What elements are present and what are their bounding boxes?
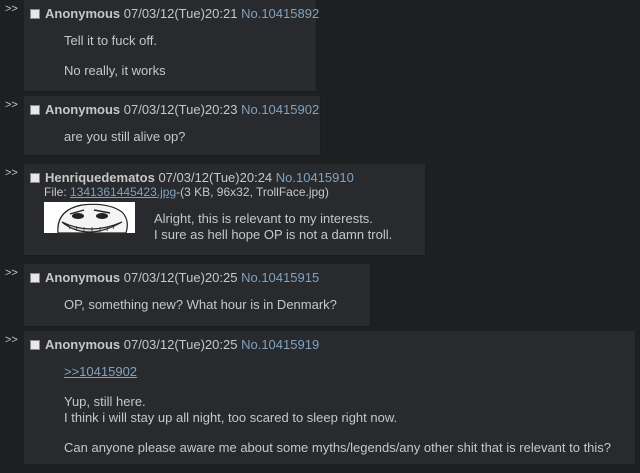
- reply-arrows: >>: [5, 267, 18, 279]
- message-line: are you still alive op?: [64, 129, 186, 144]
- quote-link[interactable]: >>10415902: [64, 364, 137, 379]
- post-date: 07/03/12(Tue)20:25: [123, 337, 238, 352]
- post-header: Henriquedematos 07/03/12(Tue)20:24 No.10…: [30, 170, 354, 185]
- post-header: Anonymous 07/03/12(Tue)20:25 No.10415919: [30, 337, 319, 352]
- post-checkbox[interactable]: [30, 340, 40, 350]
- post-number-prefix[interactable]: No.: [241, 6, 261, 21]
- post-number-prefix[interactable]: No.: [241, 102, 261, 117]
- message-line: No really, it works: [64, 63, 166, 78]
- message-line: Yup, still here.: [64, 394, 146, 409]
- file-link[interactable]: 1341361445423.jpg: [70, 185, 176, 199]
- reply-post: Anonymous 07/03/12(Tue)20:25 No.10415915…: [24, 264, 371, 327]
- post-number[interactable]: 10415910: [296, 170, 354, 185]
- post-number[interactable]: 10415915: [261, 270, 319, 285]
- post-message: Alright, this is relevant to my interest…: [154, 211, 392, 243]
- post-message: >>10415902 Yup, still here. I think i wi…: [64, 364, 611, 456]
- message-line: I think i will stay up all night, too sc…: [64, 410, 398, 425]
- poster-name: Anonymous: [45, 102, 121, 117]
- post-number[interactable]: 10415892: [261, 6, 319, 21]
- post-header: Anonymous 07/03/12(Tue)20:21 No.10415892: [30, 6, 319, 21]
- reply-arrows: >>: [5, 167, 18, 179]
- post-header: Anonymous 07/03/12(Tue)20:23 No.10415902: [30, 102, 319, 117]
- post-checkbox[interactable]: [30, 173, 40, 183]
- post-checkbox[interactable]: [30, 9, 40, 19]
- reply-arrows: >>: [5, 99, 18, 111]
- file-info: File: 1341361445423.jpg-(3 KB, 96x32, Tr…: [44, 185, 329, 199]
- poster-name: Henriquedematos: [45, 170, 155, 185]
- post-number-link[interactable]: No.10415892: [241, 6, 319, 21]
- post-number-prefix[interactable]: No.: [241, 270, 261, 285]
- reply-post: Anonymous 07/03/12(Tue)20:23 No.10415902…: [24, 96, 321, 156]
- file-label: File:: [44, 185, 71, 199]
- post-number-link[interactable]: No.10415902: [241, 102, 319, 117]
- post-number[interactable]: 10415919: [261, 337, 319, 352]
- post-date: 07/03/12(Tue)20:23: [123, 102, 238, 117]
- post-date: 07/03/12(Tue)20:21: [123, 6, 238, 21]
- file-meta: -(3 KB, 96x32, TrollFace.jpg): [176, 185, 329, 199]
- post-message: OP, something new? What hour is in Denma…: [64, 297, 337, 313]
- reply-post: Henriquedematos 07/03/12(Tue)20:24 No.10…: [24, 164, 426, 256]
- post-date: 07/03/12(Tue)20:24: [158, 170, 273, 185]
- post-checkbox[interactable]: [30, 273, 40, 283]
- message-line: Alright, this is relevant to my interest…: [154, 211, 373, 226]
- trollface-image: [44, 202, 135, 233]
- post-number-link[interactable]: No.10415919: [241, 337, 319, 352]
- post-number-prefix[interactable]: No.: [241, 337, 261, 352]
- reply-arrows: >>: [5, 3, 18, 15]
- message-line: Tell it to fuck off.: [64, 33, 157, 48]
- post-header: Anonymous 07/03/12(Tue)20:25 No.10415915: [30, 270, 319, 285]
- poster-name: Anonymous: [45, 337, 121, 352]
- post-message: are you still alive op?: [64, 129, 185, 145]
- message-line: Can anyone please aware me about some my…: [64, 440, 612, 455]
- post-message: Tell it to fuck off. No really, it works: [64, 33, 166, 79]
- poster-name: Anonymous: [45, 270, 121, 285]
- post-number-link[interactable]: No.10415915: [241, 270, 319, 285]
- post-date: 07/03/12(Tue)20:25: [123, 270, 238, 285]
- post-checkbox[interactable]: [30, 105, 40, 115]
- reply-post: Anonymous 07/03/12(Tue)20:25 No.10415919…: [24, 331, 636, 465]
- poster-name: Anonymous: [45, 6, 121, 21]
- post-number-prefix[interactable]: No.: [276, 170, 296, 185]
- trollface-thumbnail[interactable]: [44, 202, 135, 233]
- message-line: I sure as hell hope OP is not a damn tro…: [154, 227, 393, 242]
- reply-post: Anonymous 07/03/12(Tue)20:21 No.10415892…: [24, 0, 319, 92]
- message-line: OP, something new? What hour is in Denma…: [64, 297, 337, 312]
- post-number-link[interactable]: No.10415910: [276, 170, 354, 185]
- reply-arrows: >>: [5, 334, 18, 346]
- post-number[interactable]: 10415902: [261, 102, 319, 117]
